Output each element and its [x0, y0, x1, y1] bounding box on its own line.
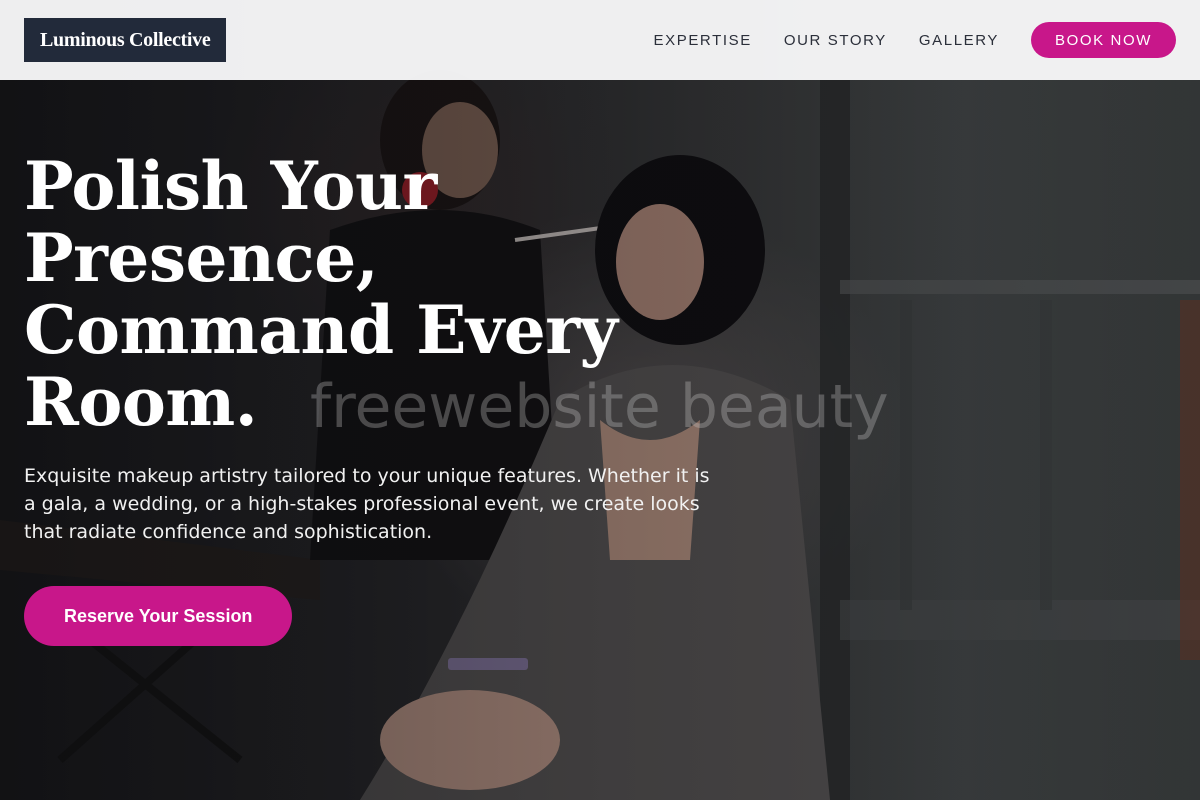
- headline-line: Polish Your: [24, 147, 437, 225]
- hero-description: Exquisite makeup artistry tailored to yo…: [24, 465, 710, 543]
- hero-headline: Polish Your Presence, Command Every Room…: [24, 150, 624, 438]
- nav-link-expertise[interactable]: EXPERTISE: [654, 32, 752, 49]
- reserve-session-button[interactable]: Reserve Your Session: [24, 586, 293, 646]
- main-nav: EXPERTISE OUR STORY GALLERY BOOK NOW: [654, 22, 1176, 58]
- book-now-button[interactable]: BOOK NOW: [1031, 22, 1176, 58]
- headline-line: Presence,: [24, 219, 379, 297]
- hero-section: Polish Your Presence, Command Every Room…: [24, 150, 744, 646]
- headline-line: Command Every: [24, 291, 618, 369]
- landing-page: Luminous Collective EXPERTISE OUR STORY …: [0, 0, 1200, 800]
- nav-link-gallery[interactable]: GALLERY: [919, 32, 999, 49]
- brand-logo[interactable]: Luminous Collective: [24, 18, 227, 62]
- headline-line: Room.: [24, 363, 258, 441]
- site-header: Luminous Collective EXPERTISE OUR STORY …: [0, 0, 1200, 80]
- nav-link-our-story[interactable]: OUR STORY: [784, 32, 887, 49]
